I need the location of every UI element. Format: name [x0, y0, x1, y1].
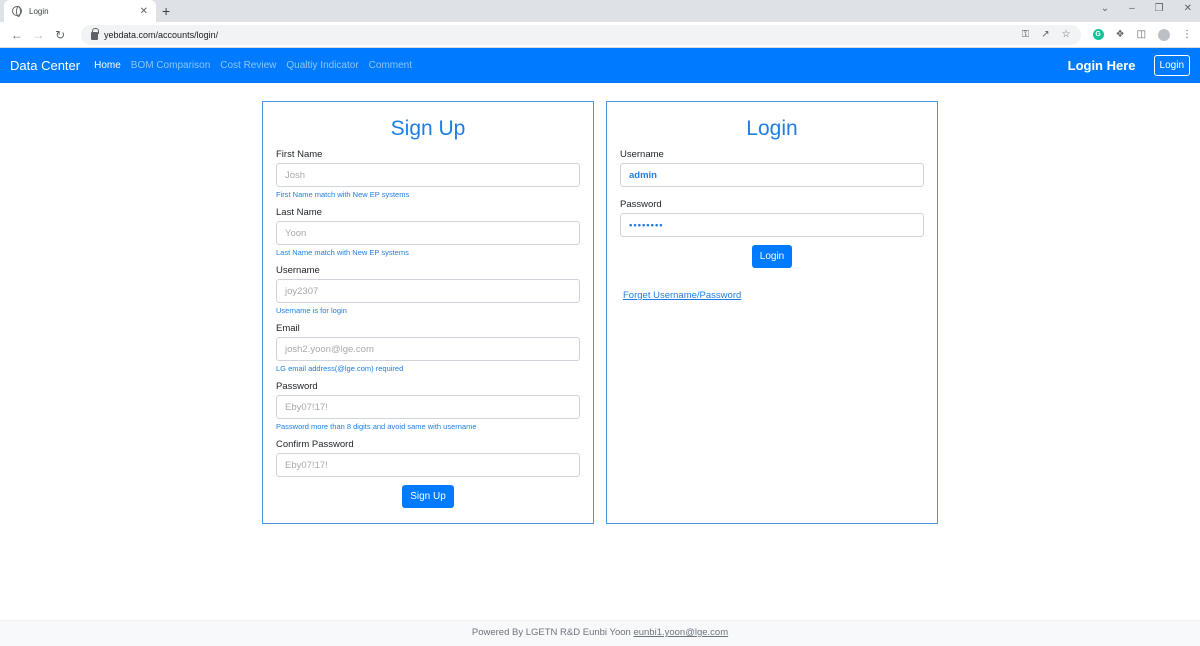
window-controls: ⌄ – ❐ ✕ [1101, 3, 1192, 14]
url-text: yebdata.com/accounts/login/ [104, 29, 219, 40]
confirm-password-input[interactable]: Eby07!17! [276, 453, 580, 477]
minimize-icon[interactable]: – [1129, 3, 1135, 14]
browser-tab[interactable]: Login ✕ [4, 0, 156, 22]
login-password-label: Password [620, 199, 662, 210]
grammarly-icon[interactable]: G [1092, 29, 1104, 40]
login-username-label: Username [620, 149, 664, 160]
lock-icon[interactable] [91, 27, 100, 40]
confirm-password-label: Confirm Password [276, 439, 354, 450]
login-card: Login Username admin Password •••••••• L… [606, 101, 938, 524]
page-footer: Powered By LGETN R&D Eunbi Yoon eunbi1.y… [0, 620, 1200, 646]
login-password-input[interactable]: •••••••• [620, 213, 924, 237]
forget-password-link[interactable]: Forget Username/Password [623, 290, 741, 301]
nav-links: Home BOM Comparison Cost Review Qualtiy … [94, 60, 412, 71]
signup-username-input[interactable]: joy2307 [276, 279, 580, 303]
nav-link-comment[interactable]: Comment [369, 60, 412, 71]
close-window-icon[interactable]: ✕ [1184, 3, 1192, 14]
nav-link-quality-indicator[interactable]: Qualtiy Indicator [286, 60, 358, 71]
signup-button[interactable]: Sign Up [402, 485, 454, 508]
browser-toolbar: ← → ↻ yebdata.com/accounts/login/ ⚿ ↗ ☆ … [0, 22, 1200, 48]
signup-password-input[interactable]: Eby07!17! [276, 395, 580, 419]
login-username-input[interactable]: admin [620, 163, 924, 187]
nav-link-home[interactable]: Home [94, 60, 121, 71]
globe-icon [12, 6, 22, 17]
login-username-group: Username admin [607, 149, 937, 187]
email-label: Email [276, 323, 300, 334]
email-group: Email josh2.yoon@lge.com LG email addres… [263, 323, 593, 373]
forward-arrow-icon[interactable]: → [30, 28, 48, 42]
login-here-text: Login Here [1067, 58, 1136, 73]
side-panel-icon[interactable]: ◫ [1137, 29, 1146, 40]
signup-button-wrap: Sign Up [263, 485, 593, 508]
footer-email-link[interactable]: eunbi1.yoon@lge.com [633, 627, 728, 638]
last-name-help: Last Name match with New EP systems [276, 248, 409, 257]
login-title: Login [746, 117, 798, 140]
password-group: Password Eby07!17! Password more than 8 … [263, 381, 593, 431]
tab-search-icon[interactable]: ⌄ [1101, 3, 1109, 14]
login-button-wrap: Login [607, 245, 937, 268]
key-icon[interactable]: ⚿ [1022, 29, 1030, 40]
new-tab-button[interactable]: + [162, 2, 170, 20]
address-bar[interactable]: yebdata.com/accounts/login/ ⚿ ↗ ☆ [81, 24, 1081, 45]
confirm-password-group: Confirm Password Eby07!17! [263, 439, 593, 477]
brand-logo[interactable]: Data Center [10, 58, 80, 73]
last-name-input[interactable]: Yoon [276, 221, 580, 245]
back-arrow-icon[interactable]: ← [8, 28, 26, 42]
login-submit-button[interactable]: Login [751, 245, 793, 268]
browser-tabstrip: Login ✕ + ⌄ – ❐ ✕ [0, 0, 1200, 22]
email-help: LG email address(@lge.com) required [276, 364, 404, 373]
nav-link-bom-comparison[interactable]: BOM Comparison [131, 60, 210, 71]
first-name-help: First Name match with New EP systems [276, 190, 410, 199]
tab-title: Login [29, 6, 49, 16]
profile-avatar-icon[interactable] [1158, 28, 1171, 41]
footer-text: Powered By LGETN R&D Eunbi Yoon [471, 627, 631, 638]
nav-link-cost-review[interactable]: Cost Review [220, 60, 276, 71]
puzzle-icon[interactable]: ❖ [1116, 29, 1125, 40]
login-password-group: Password •••••••• [607, 199, 937, 237]
email-input[interactable]: josh2.yoon@lge.com [276, 337, 580, 361]
close-tab-icon[interactable]: ✕ [140, 6, 148, 17]
signup-username-help: Username is for login [276, 306, 347, 315]
signup-card: Sign Up First Name Josh First Name match… [262, 101, 594, 524]
first-name-group: First Name Josh First Name match with Ne… [263, 149, 593, 199]
signup-title: Sign Up [390, 117, 466, 140]
username-group: Username joy2307 Username is for login [263, 265, 593, 315]
signup-password-help: Password more than 8 digits and avoid sa… [276, 422, 477, 431]
last-name-group: Last Name Yoon Last Name match with New … [263, 207, 593, 257]
restore-icon[interactable]: ❐ [1155, 3, 1164, 14]
reload-icon[interactable]: ↻ [51, 28, 69, 42]
signup-password-label: Password [276, 381, 318, 392]
first-name-input[interactable]: Josh [276, 163, 580, 187]
last-name-label: Last Name [276, 207, 322, 218]
star-icon[interactable]: ☆ [1062, 29, 1071, 40]
first-name-label: First Name [276, 149, 323, 160]
kebab-menu-icon[interactable]: ⋮ [1182, 29, 1192, 40]
share-icon[interactable]: ↗ [1041, 29, 1049, 40]
signup-username-label: Username [276, 265, 320, 276]
navbar-login-button[interactable]: Login [1153, 55, 1190, 76]
app-navbar: Data Center Home BOM Comparison Cost Rev… [0, 48, 1200, 83]
